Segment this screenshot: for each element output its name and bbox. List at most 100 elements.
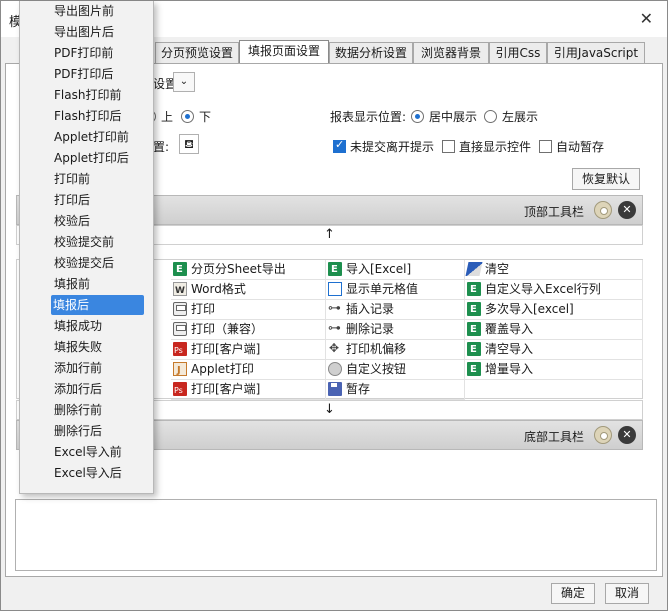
button-label: 多次导入[excel] [485, 302, 574, 316]
up-arrow-icon[interactable]: ↑ [324, 227, 335, 242]
radio-left-circle[interactable] [484, 110, 497, 123]
autosave-checkbox[interactable] [539, 140, 552, 153]
description-area[interactable] [15, 499, 657, 571]
show-control-check[interactable] [442, 139, 455, 153]
radio-left[interactable] [484, 109, 497, 123]
button-label: 暂存 [346, 382, 371, 396]
menu-item[interactable]: 填报前 [52, 274, 145, 294]
menu-item[interactable]: Applet打印前 [52, 127, 145, 147]
btn-print-client-2[interactable]: 打印[客户端] [171, 380, 326, 400]
tab-javascript[interactable]: 引用JavaScript [547, 42, 645, 64]
gear-icon [328, 361, 342, 376]
radio-up-label: 上 [161, 110, 174, 124]
btn-clear-import[interactable]: 清空导入 [465, 340, 643, 360]
printer-icon [173, 321, 187, 336]
menu-item[interactable]: 删除行后 [52, 421, 145, 441]
uncommitted-checkbox[interactable] [333, 138, 346, 153]
gear-icon[interactable] [594, 426, 612, 444]
btn-print-compat[interactable]: 打印（兼容） [171, 320, 326, 340]
btn-clear[interactable]: 清空 [465, 260, 643, 280]
menu-item[interactable]: Excel导入前 [52, 442, 145, 462]
btn-custom[interactable]: 自定义按钮 [326, 360, 465, 380]
radio-down-label: 下 [199, 110, 212, 124]
down-arrow-icon[interactable]: ↓ [324, 402, 335, 417]
paint-bucket-icon[interactable]: ⛾ [179, 134, 199, 154]
button-label: Applet打印 [191, 362, 254, 376]
button-label: 自定义按钮 [346, 362, 407, 376]
close-circle-icon[interactable]: ✕ [618, 201, 636, 219]
menu-item[interactable]: PDF打印后 [52, 64, 145, 84]
cancel-button[interactable]: 取消 [605, 583, 649, 604]
settings-dialog: 模 ✕ 分页预览设置 填报页面设置 数据分析设置 浏览器背景 引用Css 引用J… [0, 0, 668, 611]
menu-item[interactable]: Flash打印前 [52, 85, 145, 105]
restore-default-button[interactable]: 恢复默认 [572, 168, 640, 190]
autosave-check[interactable] [539, 139, 552, 153]
menu-item[interactable]: Excel导入后 [52, 463, 145, 483]
radio-center-circle[interactable] [411, 110, 424, 123]
bottom-toolbar-label: 底部工具栏 [523, 430, 584, 444]
menu-item[interactable]: 添加行后 [52, 379, 145, 399]
excel-icon [467, 360, 481, 379]
menu-item[interactable]: 校验提交前 [52, 232, 145, 252]
save-icon [328, 381, 342, 396]
btn-sheet-export[interactable]: 分页分Sheet导出 [171, 260, 326, 280]
excel-icon [467, 300, 481, 319]
btn-delete-record[interactable]: 删除记录 [326, 319, 465, 340]
radio-center[interactable] [411, 109, 424, 123]
menu-item[interactable]: 校验后 [52, 211, 145, 231]
btn-applet-print[interactable]: Applet打印 [171, 360, 326, 380]
tab-page-preview[interactable]: 分页预览设置 [155, 42, 239, 64]
pdf-icon [173, 341, 187, 360]
excel-icon [173, 260, 187, 279]
printer-icon [173, 301, 187, 316]
radio-down-circle[interactable] [181, 110, 194, 123]
chevron-down-icon[interactable]: ⌄ [173, 72, 195, 92]
button-label: 增量导入 [485, 362, 534, 376]
btn-multi-import[interactable]: 多次导入[excel] [465, 300, 643, 320]
menu-item[interactable]: Applet打印后 [52, 148, 145, 168]
menu-item[interactable]: 打印后 [52, 190, 145, 210]
menu-item[interactable]: Flash打印后 [52, 106, 145, 126]
close-icon[interactable]: ✕ [640, 9, 653, 28]
menu-item[interactable]: 校验提交后 [52, 253, 145, 273]
btn-print-client[interactable]: 打印[客户端] [171, 340, 326, 360]
btn-stash[interactable]: 暂存 [326, 380, 465, 400]
btn-word[interactable]: Word格式 [171, 280, 326, 301]
menu-item[interactable]: 填报失败 [52, 337, 145, 357]
tab-fill-page[interactable]: 填报页面设置 [239, 40, 329, 65]
btn-insert-record[interactable]: 插入记录 [326, 299, 465, 320]
tab-data-analysis[interactable]: 数据分析设置 [329, 42, 413, 64]
uncommitted-check[interactable] [333, 138, 346, 153]
radio-down[interactable] [181, 109, 194, 123]
button-label: 插入记录 [346, 302, 395, 316]
ok-button[interactable]: 确定 [551, 583, 595, 604]
btn-import-excel[interactable]: 导入[Excel] [326, 260, 465, 280]
menu-item[interactable]: 打印前 [52, 169, 145, 189]
btn-custom-import[interactable]: 自定义导入Excel行列 [465, 280, 643, 300]
tab-css[interactable]: 引用Css [489, 42, 547, 64]
excel-icon [467, 340, 481, 359]
button-label: 自定义导入Excel行列 [485, 282, 601, 296]
menu-item[interactable]: 删除行前 [52, 400, 145, 420]
menu-item[interactable]: 添加行前 [52, 358, 145, 378]
menu-item-selected[interactable]: 填报后 [51, 295, 144, 315]
menu-item[interactable]: 导出图片前 [52, 1, 145, 21]
menu-item[interactable]: 导出图片后 [52, 22, 145, 42]
btn-overwrite-import[interactable]: 覆盖导入 [465, 320, 643, 340]
button-label: 打印[客户端] [191, 342, 261, 356]
btn-incremental-import[interactable]: 增量导入 [465, 360, 643, 380]
top-toolbar-label: 顶部工具栏 [523, 205, 584, 219]
menu-item[interactable]: 填报成功 [52, 316, 145, 336]
gear-icon[interactable] [594, 201, 612, 219]
button-label: 删除记录 [346, 322, 395, 336]
btn-print[interactable]: 打印 [171, 300, 326, 320]
excel-icon [328, 260, 342, 279]
radio-center-label: 居中展示 [429, 110, 478, 124]
tab-browser-bg[interactable]: 浏览器背景 [413, 42, 489, 64]
btn-printer-offset[interactable]: 打印机偏移 [326, 339, 465, 360]
uncommitted-label: 未提交离开提示 [350, 140, 435, 154]
close-circle-icon[interactable]: ✕ [618, 426, 636, 444]
btn-show-cell-value[interactable]: 显示单元格值 [326, 280, 465, 300]
show-control-checkbox[interactable] [442, 140, 455, 153]
menu-item[interactable]: PDF打印前 [52, 43, 145, 63]
